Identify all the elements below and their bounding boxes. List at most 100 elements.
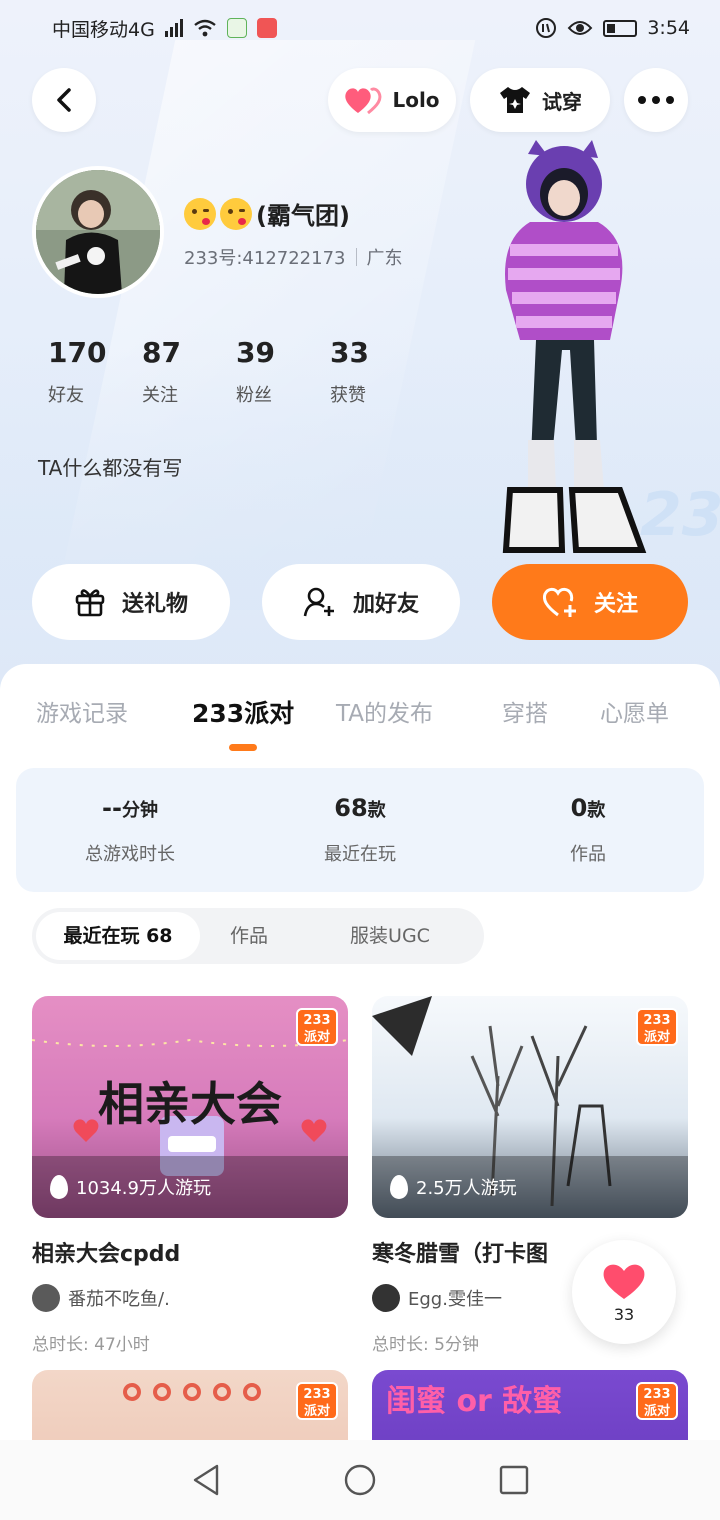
author-avatar	[372, 1284, 400, 1312]
more-button[interactable]	[624, 68, 688, 132]
like-count: 33	[613, 1304, 635, 1324]
user-id[interactable]: 233号:412722173	[184, 244, 346, 270]
add-friend-label: 加好友	[352, 592, 419, 617]
summary-value: --	[102, 794, 122, 822]
tshirt-icon	[500, 87, 530, 113]
summary-recent: 68款 最近在玩	[260, 794, 460, 866]
tab-233-party[interactable]: 233派对	[192, 694, 294, 730]
author-name: Egg.雯佳一	[408, 1289, 502, 1310]
segment-ugc[interactable]: 服装UGC	[322, 912, 458, 960]
stat-fans[interactable]: 39 粉丝	[228, 336, 322, 407]
tab-outfits[interactable]: 穿搭	[502, 694, 548, 728]
tab-ta-posts[interactable]: TA的发布	[336, 694, 433, 728]
heart-icon	[603, 1264, 645, 1299]
summary-unit: 分钟	[121, 800, 158, 821]
game-thumbnail[interactable]: 233 派对 2.5万人游玩	[372, 996, 688, 1218]
stat-label: 好友	[48, 385, 84, 406]
recents-square-icon[interactable]	[499, 1465, 529, 1495]
stat-number: 87	[142, 336, 181, 369]
user-id-line: 233号:412722173 广东	[184, 244, 403, 270]
summary-label: 总游戏时长	[85, 844, 175, 865]
battery-icon	[603, 19, 638, 37]
data-saver-icon	[536, 18, 557, 38]
profile-tabs: 游戏记录 233派对 TA的发布 穿搭 心愿单	[0, 694, 720, 734]
back-triangle-icon[interactable]	[191, 1463, 221, 1497]
segment-works[interactable]: 作品	[204, 912, 294, 960]
summary-works: 0款 作品	[488, 794, 688, 866]
add-friend-button[interactable]: 加好友	[262, 564, 460, 640]
heart-plus-icon	[542, 587, 576, 617]
nickname: (霸气团)	[184, 196, 350, 231]
stat-number: 39	[236, 336, 275, 369]
profile-stats: 170 好友 87 关注 39 粉丝 33 获赞	[40, 336, 416, 407]
signal-icon	[164, 19, 183, 37]
avatar[interactable]	[32, 166, 164, 298]
try-on-label: 试穿	[542, 89, 582, 114]
send-gift-label: 送礼物	[121, 592, 188, 617]
store-app-icon	[256, 18, 277, 38]
region: 广东	[366, 248, 403, 269]
banner-text: 相亲大会	[98, 1077, 282, 1131]
eye-comfort-icon	[567, 21, 593, 35]
banner-text: 闺蜜 or 敌蜜	[386, 1384, 563, 1419]
back-button[interactable]	[32, 68, 96, 132]
play-count: 1034.9万人游玩	[50, 1174, 211, 1200]
decorative-233-text: 233	[640, 480, 720, 550]
content-sheet: 游戏记录 233派对 TA的发布 穿搭 心愿单 --分钟 总游戏时长 68款 最…	[0, 664, 720, 1520]
chevron-left-icon	[57, 88, 71, 112]
clock-time: 3:54	[647, 17, 690, 39]
more-dots-icon	[638, 96, 674, 104]
try-on-button[interactable]: 试穿	[470, 68, 610, 132]
divider	[355, 248, 357, 266]
follow-label: 关注	[593, 592, 638, 617]
segment-recent[interactable]: 最近在玩 68	[36, 912, 200, 960]
kiss-emoji-icon	[220, 197, 252, 230]
stat-number: 170	[48, 336, 107, 369]
home-circle-icon[interactable]	[343, 1463, 377, 1497]
tab-wishlist[interactable]: 心愿单	[600, 694, 669, 728]
party-badge: 233 派对	[636, 1382, 678, 1420]
flame-icon	[50, 1175, 68, 1199]
like-label: Lolo	[392, 88, 440, 112]
author-row[interactable]: 番茄不吃鱼/.	[32, 1284, 348, 1312]
party-badge: 233 派对	[296, 1382, 338, 1420]
play-summary: --分钟 总游戏时长 68款 最近在玩 0款 作品	[16, 768, 704, 892]
stat-number: 33	[330, 336, 369, 369]
party-badge: 233 派对	[296, 1008, 338, 1046]
nickname-text: (霸气团)	[256, 202, 350, 230]
summary-label: 最近在玩	[324, 844, 396, 865]
stat-following[interactable]: 87 关注	[134, 336, 228, 407]
gift-icon	[75, 589, 105, 617]
stat-label: 粉丝	[236, 385, 272, 406]
stat-friends[interactable]: 170 好友	[40, 336, 134, 407]
play-count: 2.5万人游玩	[390, 1174, 517, 1200]
send-gift-button[interactable]: 送礼物	[32, 564, 230, 640]
play-duration: 总时长: 47小时	[32, 1335, 150, 1355]
party-badge: 233 派对	[636, 1008, 678, 1046]
author-name: 番茄不吃鱼/.	[68, 1289, 170, 1310]
tab-game-records[interactable]: 游戏记录	[36, 694, 128, 728]
summary-value: 68	[334, 794, 368, 822]
like-float-button[interactable]: 33	[572, 1240, 676, 1344]
follow-button[interactable]: 关注	[492, 564, 688, 640]
author-avatar	[32, 1284, 60, 1312]
stat-likes[interactable]: 33 获赞	[322, 336, 416, 407]
summary-unit: 款	[587, 800, 606, 821]
active-tab-indicator	[229, 744, 257, 751]
security-app-icon	[226, 18, 247, 38]
stat-label: 关注	[142, 385, 178, 406]
bio-text: TA什么都没有写	[38, 456, 183, 480]
summary-label: 作品	[570, 844, 606, 865]
flame-icon	[390, 1175, 408, 1199]
segment-control: 最近在玩 68 作品 服装UGC	[32, 908, 484, 964]
wifi-icon	[194, 19, 216, 37]
like-avatar-button[interactable]: Lolo	[328, 68, 456, 132]
heart-icon	[345, 87, 382, 115]
carrier-text: 中国移动4G	[52, 18, 155, 41]
summary-unit: 款	[367, 800, 386, 821]
game-thumbnail[interactable]: 相亲大会 233 派对 1034.9万人游玩	[32, 996, 348, 1218]
game-card[interactable]: 相亲大会 233 派对 1034.9万人游玩 相亲大会cpdd 番茄不吃鱼/. 总…	[32, 996, 348, 1355]
summary-value: 0	[570, 794, 588, 822]
stat-label: 获赞	[330, 385, 366, 406]
game-title: 相亲大会cpdd	[32, 1242, 181, 1267]
